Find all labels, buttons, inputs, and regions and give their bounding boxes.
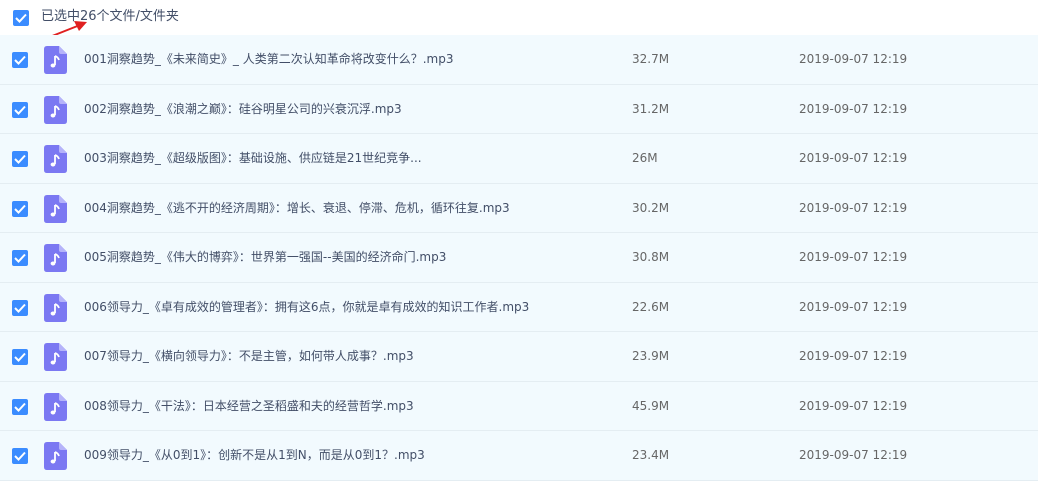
checkmark-icon [14, 451, 26, 461]
audio-file-icon [44, 442, 67, 470]
audio-file-icon [44, 194, 67, 223]
file-checkbox[interactable] [12, 349, 28, 365]
audio-file-icon [44, 145, 67, 173]
file-date: 2019-09-07 12:19 [799, 101, 908, 116]
file-name[interactable]: 008领导力_《干法》：日本经营之圣稻盛和夫的经营哲学.mp3 [84, 398, 414, 414]
file-size: 23.4M [632, 448, 670, 462]
file-size: 23.9M [632, 349, 670, 363]
file-name[interactable]: 001洞察趋势_《未来简史》_ 人类第二次认知革命将改变什么？.mp3 [84, 51, 453, 67]
file-date: 2019-09-07 12:19 [799, 299, 908, 314]
file-row[interactable]: 004洞察趋势_《逃不开的经济周期》：增长、衰退、停滞、危机，循环往复.mp3 … [0, 183, 1038, 233]
file-name[interactable]: 004洞察趋势_《逃不开的经济周期》：增长、衰退、停滞、危机，循环往复.mp3 [84, 200, 510, 216]
file-checkbox[interactable] [12, 398, 28, 415]
file-row[interactable]: 007领导力_《横向领导力》：不是主管，如何带人成事？.mp3 23.9M 20… [0, 332, 1038, 382]
file-size: 32.7M [632, 52, 670, 66]
file-checkbox[interactable] [12, 250, 28, 266]
file-size: 26M [632, 151, 658, 165]
file-row[interactable]: 003洞察趋势_《超级版图》：基础设施、供应链是21世纪竞争... 26M 20… [0, 134, 1038, 184]
file-name[interactable]: 002洞察趋势_《浪潮之巅》：硅谷明星公司的兴衰沉浮.mp3 [84, 101, 402, 117]
file-row[interactable]: 008领导力_《干法》：日本经营之圣稻盛和夫的经营哲学.mp3 45.9M 20… [0, 381, 1038, 431]
audio-file-icon [44, 343, 67, 371]
file-size: 31.2M [632, 101, 670, 116]
checkmark-icon [14, 105, 26, 115]
file-row[interactable]: 009领导力_《从0到1》：创新不是从1到N，而是从0到1？.mp3 23.4M… [0, 431, 1038, 481]
selection-header: 已选中26个文件/文件夹 [0, 0, 1038, 43]
file-date: 2019-09-07 12:19 [799, 52, 908, 66]
file-row[interactable]: 002洞察趋势_《浪潮之巅》：硅谷明星公司的兴衰沉浮.mp3 31.2M 201… [0, 84, 1038, 134]
file-name[interactable]: 009领导力_《从0到1》：创新不是从1到N，而是从0到1？.mp3 [84, 447, 425, 463]
file-name[interactable]: 003洞察趋势_《超级版图》：基础设施、供应链是21世纪竞争... [84, 150, 422, 166]
file-date: 2019-09-07 12:19 [799, 398, 908, 413]
file-checkbox[interactable] [12, 52, 28, 68]
file-date: 2019-09-07 12:19 [799, 151, 908, 165]
checkmark-icon [14, 204, 26, 214]
file-date: 2019-09-07 12:19 [799, 448, 908, 462]
file-date: 2019-09-07 12:19 [799, 200, 908, 215]
file-row[interactable]: 006领导力_《卓有成效的管理者》：拥有这6点，你就是卓有成效的知识工作者.mp… [0, 282, 1038, 332]
file-name[interactable]: 007领导力_《横向领导力》：不是主管，如何带人成事？.mp3 [84, 348, 414, 364]
checkmark-icon [15, 13, 27, 23]
checkmark-icon [14, 55, 26, 65]
file-size: 30.8M [632, 250, 670, 264]
file-list: 001洞察趋势_《未来简史》_ 人类第二次认知革命将改变什么？.mp3 32.7… [0, 35, 1038, 481]
file-name[interactable]: 006领导力_《卓有成效的管理者》：拥有这6点，你就是卓有成效的知识工作者.mp… [84, 299, 529, 315]
select-all-checkbox[interactable] [13, 10, 29, 26]
audio-file-icon [44, 244, 67, 272]
audio-file-icon [44, 95, 67, 124]
file-checkbox[interactable] [12, 200, 28, 217]
file-row[interactable]: 001洞察趋势_《未来简史》_ 人类第二次认知革命将改变什么？.mp3 32.7… [0, 35, 1038, 85]
file-size: 30.2M [632, 200, 670, 215]
file-row[interactable]: 005洞察趋势_《伟大的博弈》：世界第一强国--美国的经济命门.mp3 30.8… [0, 233, 1038, 283]
file-date: 2019-09-07 12:19 [799, 349, 908, 363]
file-checkbox[interactable] [12, 101, 28, 118]
checkmark-icon [14, 253, 26, 263]
file-name[interactable]: 005洞察趋势_《伟大的博弈》：世界第一强国--美国的经济命门.mp3 [84, 249, 446, 265]
audio-file-icon [44, 392, 67, 421]
file-size: 45.9M [632, 398, 670, 413]
audio-file-icon [44, 293, 67, 322]
audio-file-icon [44, 46, 67, 74]
file-date: 2019-09-07 12:19 [799, 250, 908, 264]
checkmark-icon [14, 402, 26, 412]
file-checkbox[interactable] [12, 151, 28, 167]
file-checkbox[interactable] [12, 448, 28, 464]
checkmark-icon [14, 303, 26, 313]
file-checkbox[interactable] [12, 299, 28, 316]
checkmark-icon [14, 352, 26, 362]
file-size: 22.6M [632, 299, 670, 314]
checkmark-icon [14, 154, 26, 164]
